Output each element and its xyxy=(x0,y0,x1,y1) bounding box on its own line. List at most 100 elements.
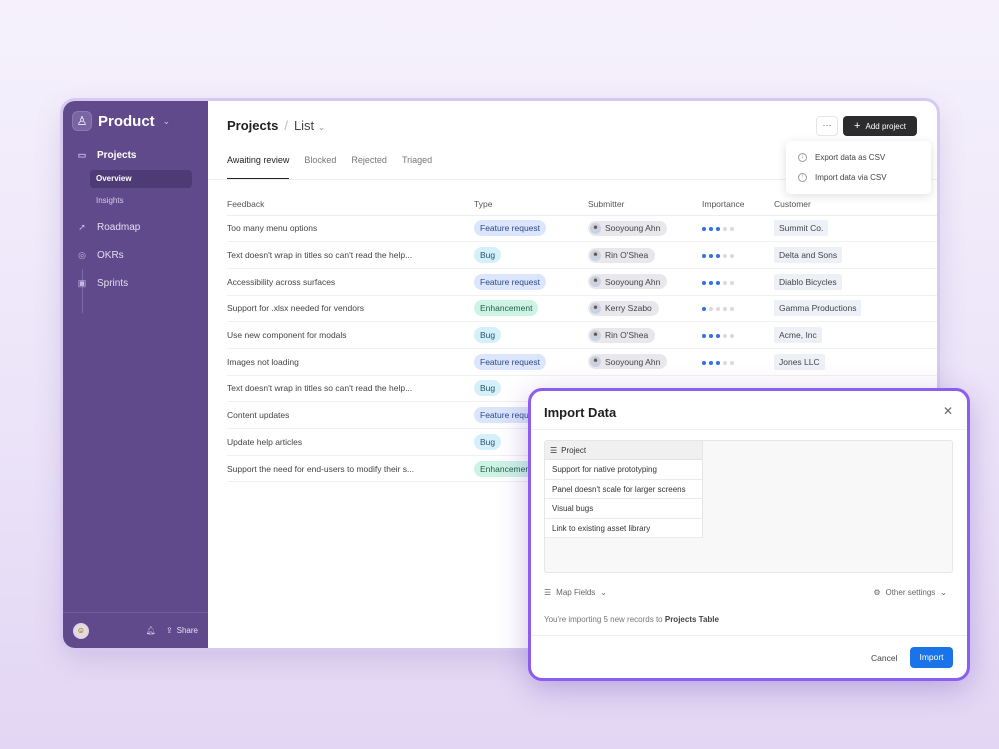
sidebar-item-label: OKRs xyxy=(97,250,124,261)
import-data-modal: Import Data ✕ ☰ Project Support for nativ… xyxy=(528,388,970,681)
message-square-icon: ▭ xyxy=(77,150,87,160)
importance-dot xyxy=(723,334,727,339)
customer-cell: Diablo Bicycles xyxy=(774,268,937,296)
importance-dot xyxy=(730,280,734,285)
upload-icon: ↑ xyxy=(798,173,807,182)
tab-blocked[interactable]: Blocked xyxy=(304,155,336,180)
feedback-cell: Accessibility across surfaces xyxy=(227,268,474,296)
table-row[interactable]: Images not loading Feature request ☻ Sooyou… xyxy=(227,348,937,376)
column-header: ☰ Project xyxy=(545,441,702,460)
column-header[interactable]: Feedback xyxy=(227,193,474,216)
sidebar-item-projects[interactable]: ▭ Projects xyxy=(77,150,137,161)
map-fields-label: Map Fields xyxy=(556,588,596,597)
sidebar-item-insights[interactable]: Insights xyxy=(90,192,192,210)
table-row[interactable]: Support for .xlsx needed for vendors Enha… xyxy=(227,295,937,323)
table-row[interactable]: Too many menu options Feature request ☻ Soo… xyxy=(227,215,937,243)
feedback-cell: Content updates xyxy=(227,401,474,429)
column-header[interactable]: Submitter xyxy=(588,193,702,216)
avatar[interactable]: ☺ xyxy=(73,622,89,639)
tab-awaiting-review[interactable]: Awaiting review xyxy=(227,155,290,180)
importance-dot xyxy=(730,360,734,365)
customer-tag: Acme, Inc xyxy=(774,327,822,344)
submitter-cell: ☻ Rin O'Shea xyxy=(588,241,702,269)
importance-dot xyxy=(716,280,720,285)
sidebar-item-roadmap[interactable]: ➚ Roadmap xyxy=(77,222,140,233)
record-row: Support for native prototyping xyxy=(545,460,702,480)
type-badge: Bug xyxy=(474,433,502,450)
map-fields-dropdown[interactable]: ☰ Map Fields ⌄ xyxy=(544,588,607,597)
bell-icon[interactable]: 🔔︎ xyxy=(146,626,156,635)
workspace-switcher[interactable]: ♙ Product ⌄ xyxy=(72,111,170,131)
more-button[interactable]: ··· xyxy=(816,116,838,136)
table-row[interactable]: Accessibility across surfaces Feature req… xyxy=(227,268,937,296)
column-header[interactable]: Customer xyxy=(774,193,937,216)
table-row[interactable]: Text doesn't wrap in titles so can't rea… xyxy=(227,241,937,269)
share-button[interactable]: ⇪ Share xyxy=(166,626,198,635)
sidebar-item-overview[interactable]: Overview xyxy=(90,170,192,188)
record-row: Panel doesn't scale for larger screens xyxy=(545,480,702,499)
avatar: ☻ xyxy=(590,329,601,341)
subnav-line xyxy=(82,269,83,313)
cancel-button[interactable]: Cancel xyxy=(871,653,897,663)
feedback-cell: Support for .xlsx needed for vendors xyxy=(227,295,474,323)
submitter-name: Rin O'Shea xyxy=(605,250,649,261)
add-project-button[interactable]: + Add project xyxy=(843,116,917,136)
importance-dot xyxy=(716,307,720,312)
submitter-name: Rin O'Shea xyxy=(605,330,649,341)
import-preview-grid: ☰ Project Support for native prototyping P… xyxy=(544,440,953,573)
target-table: Projects Table xyxy=(664,615,719,624)
other-settings-dropdown[interactable]: ⚙ Other settings ⌄ xyxy=(873,588,947,597)
import-summary: You're importing 5 new records to Projec… xyxy=(544,615,719,624)
view-switcher[interactable]: List ⌄ xyxy=(294,118,325,133)
submitter-cell: ☻ Sooyoung Ahn xyxy=(588,215,702,243)
column-header[interactable]: Type xyxy=(474,193,588,216)
submitter-cell: ☻ Sooyoung Ahn xyxy=(588,268,702,296)
close-icon[interactable]: ✕ xyxy=(943,404,953,418)
avatar: ☻ xyxy=(590,302,601,314)
import-button[interactable]: Import xyxy=(910,647,953,668)
importance-dot xyxy=(730,334,734,339)
customer-cell: Delta and Sons xyxy=(774,241,937,269)
sidebar-item-sprints[interactable]: ▣ Sprints xyxy=(77,278,128,289)
menu-item-label: Export data as CSV xyxy=(815,153,886,162)
type-cell: Bug xyxy=(474,241,588,269)
importance-rating xyxy=(702,227,734,232)
gear-icon: ⚙ xyxy=(873,588,881,597)
list-icon: ☰ xyxy=(544,588,552,597)
more-menu: ↓ Export data as CSV ↑ Import data via CSV xyxy=(786,141,931,194)
submitter-cell: ☻ Kerry Szabo xyxy=(588,295,702,323)
sidebar-item-okrs[interactable]: ◎ OKRs xyxy=(77,250,124,261)
avatar: ☻ xyxy=(590,276,601,288)
submitter-chip[interactable]: ☻ Sooyoung Ahn xyxy=(588,354,668,370)
importance-rating xyxy=(702,307,734,312)
plus-icon: + xyxy=(854,120,861,132)
importance-dot xyxy=(702,360,706,365)
importance-dot xyxy=(709,334,713,339)
type-badge: Feature request xyxy=(474,353,547,370)
tab-triaged[interactable]: Triaged xyxy=(402,155,432,180)
submitter-chip[interactable]: ☻ Sooyoung Ahn xyxy=(588,220,668,236)
column-header[interactable]: Importance xyxy=(702,193,774,216)
importance-rating xyxy=(702,280,734,285)
rocket-logo-icon: ♙ xyxy=(72,111,92,131)
table-row[interactable]: Use new component for modals Bug ☻ Rin O'Sh… xyxy=(227,321,937,349)
customer-cell: Summit Co. xyxy=(774,215,937,243)
submitter-chip[interactable]: ☻ Rin O'Shea xyxy=(588,327,656,343)
submitter-chip[interactable]: ☻ Kerry Szabo xyxy=(588,300,659,316)
share-label: Share xyxy=(176,626,198,635)
divider xyxy=(531,635,967,636)
menu-item-export[interactable]: ↓ Export data as CSV xyxy=(798,153,885,162)
sidebar-item-label: Roadmap xyxy=(97,222,141,233)
menu-item-import[interactable]: ↑ Import data via CSV xyxy=(798,173,887,182)
importance-dot xyxy=(730,254,734,259)
importance-dot xyxy=(723,254,727,259)
importance-rating xyxy=(702,360,734,365)
submitter-chip[interactable]: ☻ Sooyoung Ahn xyxy=(588,274,668,290)
chevron-down-icon: ⌄ xyxy=(940,588,947,597)
page-title[interactable]: Projects xyxy=(227,118,278,133)
feedback-cell: Text doesn't wrap in titles so can't rea… xyxy=(227,375,474,403)
submitter-chip[interactable]: ☻ Rin O'Shea xyxy=(588,247,656,263)
importance-dot xyxy=(723,227,727,232)
tab-rejected[interactable]: Rejected xyxy=(351,155,387,180)
importance-dot xyxy=(702,227,706,232)
